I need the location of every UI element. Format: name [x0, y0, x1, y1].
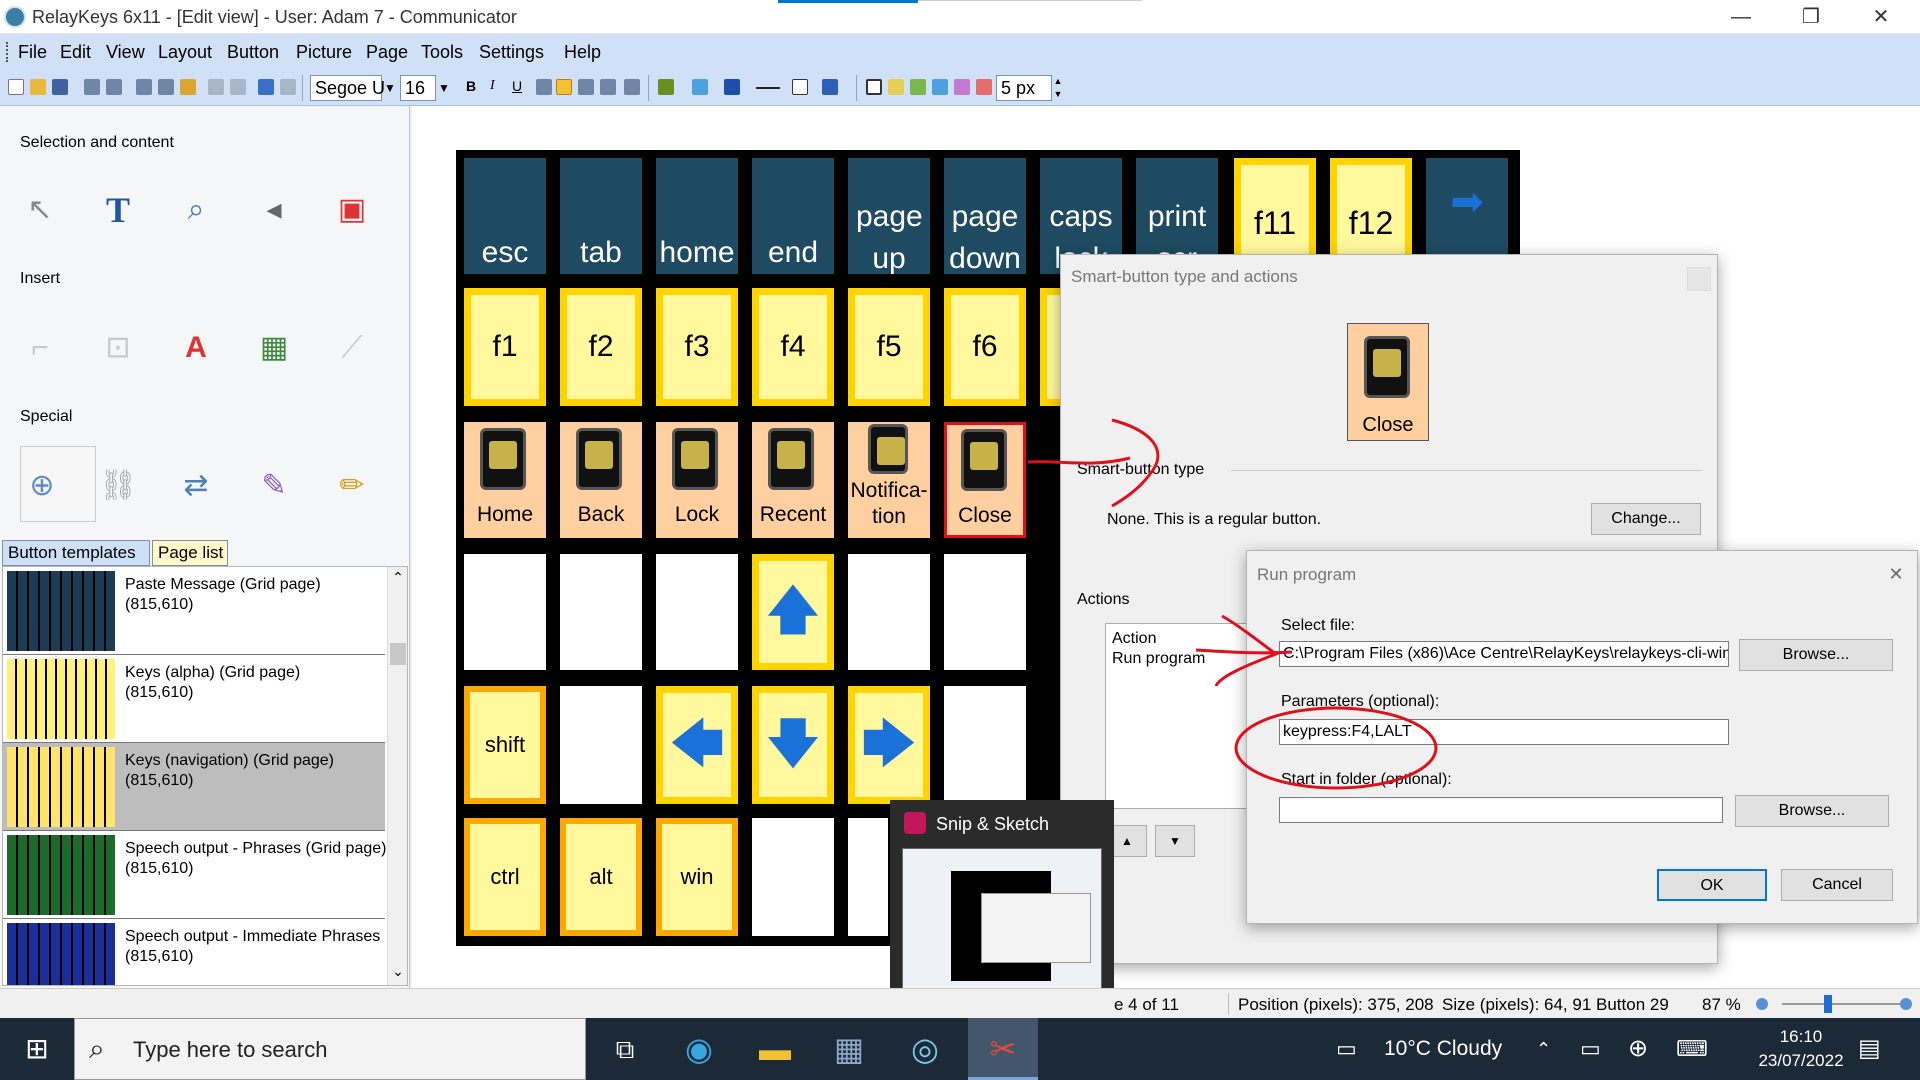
notifications-icon[interactable]: ▤: [1858, 1018, 1881, 1080]
status-divider: [1228, 993, 1229, 1015]
clock[interactable]: 16:10 23/07/2022: [1746, 1025, 1856, 1073]
status-bar: e 4 of 11 Position (pixels): 375, 208 Si…: [0, 988, 1920, 1018]
edge-icon[interactable]: ◉: [668, 1018, 730, 1080]
weather-icon[interactable]: ▭: [1336, 1018, 1357, 1080]
annotation-circle: [1234, 706, 1438, 790]
calculator-icon[interactable]: ▦: [818, 1018, 880, 1080]
taskbar-search[interactable]: ⌕ Type here to search: [74, 1018, 586, 1080]
annotation-arrow-2: [1195, 614, 1293, 687]
zoom-out-icon[interactable]: [1756, 998, 1768, 1010]
tray-chevron-icon[interactable]: ⌃: [1536, 1018, 1551, 1080]
status-zoom: 87 %: [1702, 995, 1741, 1014]
snip-title: Snip & Sketch: [936, 814, 1050, 834]
annotation-arrow-1: [1027, 418, 1160, 508]
file-explorer-icon[interactable]: ▬: [744, 1018, 806, 1080]
weather-text[interactable]: 10°C Cloudy: [1384, 1018, 1502, 1080]
communicator-icon[interactable]: ◎: [894, 1018, 956, 1080]
zoom-in-icon[interactable]: [1900, 998, 1912, 1010]
status-page: e 4 of 11: [1114, 995, 1179, 1014]
taskbar: ⊞ ⌕ Type here to search ⧉ ◉ ▬ ▦ ◎ ✂ ▭ 10…: [0, 1018, 1920, 1080]
task-view-icon[interactable]: ⧉: [594, 1018, 656, 1080]
snip-app-icon: [904, 812, 926, 834]
clock-date: 23/07/2022: [1758, 1051, 1844, 1070]
network-icon[interactable]: ⊕: [1628, 1018, 1648, 1080]
search-placeholder: Type here to search: [133, 1037, 328, 1062]
search-icon: ⌕: [89, 1033, 105, 1064]
status-size: Size (pixels): 64, 91: [1442, 995, 1592, 1014]
snip-sketch-taskbar-icon[interactable]: ✂: [968, 1018, 1038, 1080]
zoom-slider-thumb[interactable]: [1824, 995, 1832, 1013]
clock-time: 16:10: [1779, 1027, 1823, 1046]
status-position: Position (pixels): 375, 208: [1238, 995, 1434, 1014]
snip-thumbnail: [902, 848, 1102, 998]
status-button: Button 29: [1596, 995, 1669, 1014]
keyboard-icon[interactable]: ⌨: [1676, 1018, 1708, 1080]
battery-icon[interactable]: ▭: [1580, 1018, 1601, 1080]
snip-sketch-preview[interactable]: Snip & Sketch: [890, 800, 1114, 1012]
windows-start-icon[interactable]: ⊞: [6, 1018, 68, 1080]
zoom-slider-track[interactable]: [1782, 1003, 1906, 1005]
snip-thumbnail-dialog: [981, 893, 1091, 963]
